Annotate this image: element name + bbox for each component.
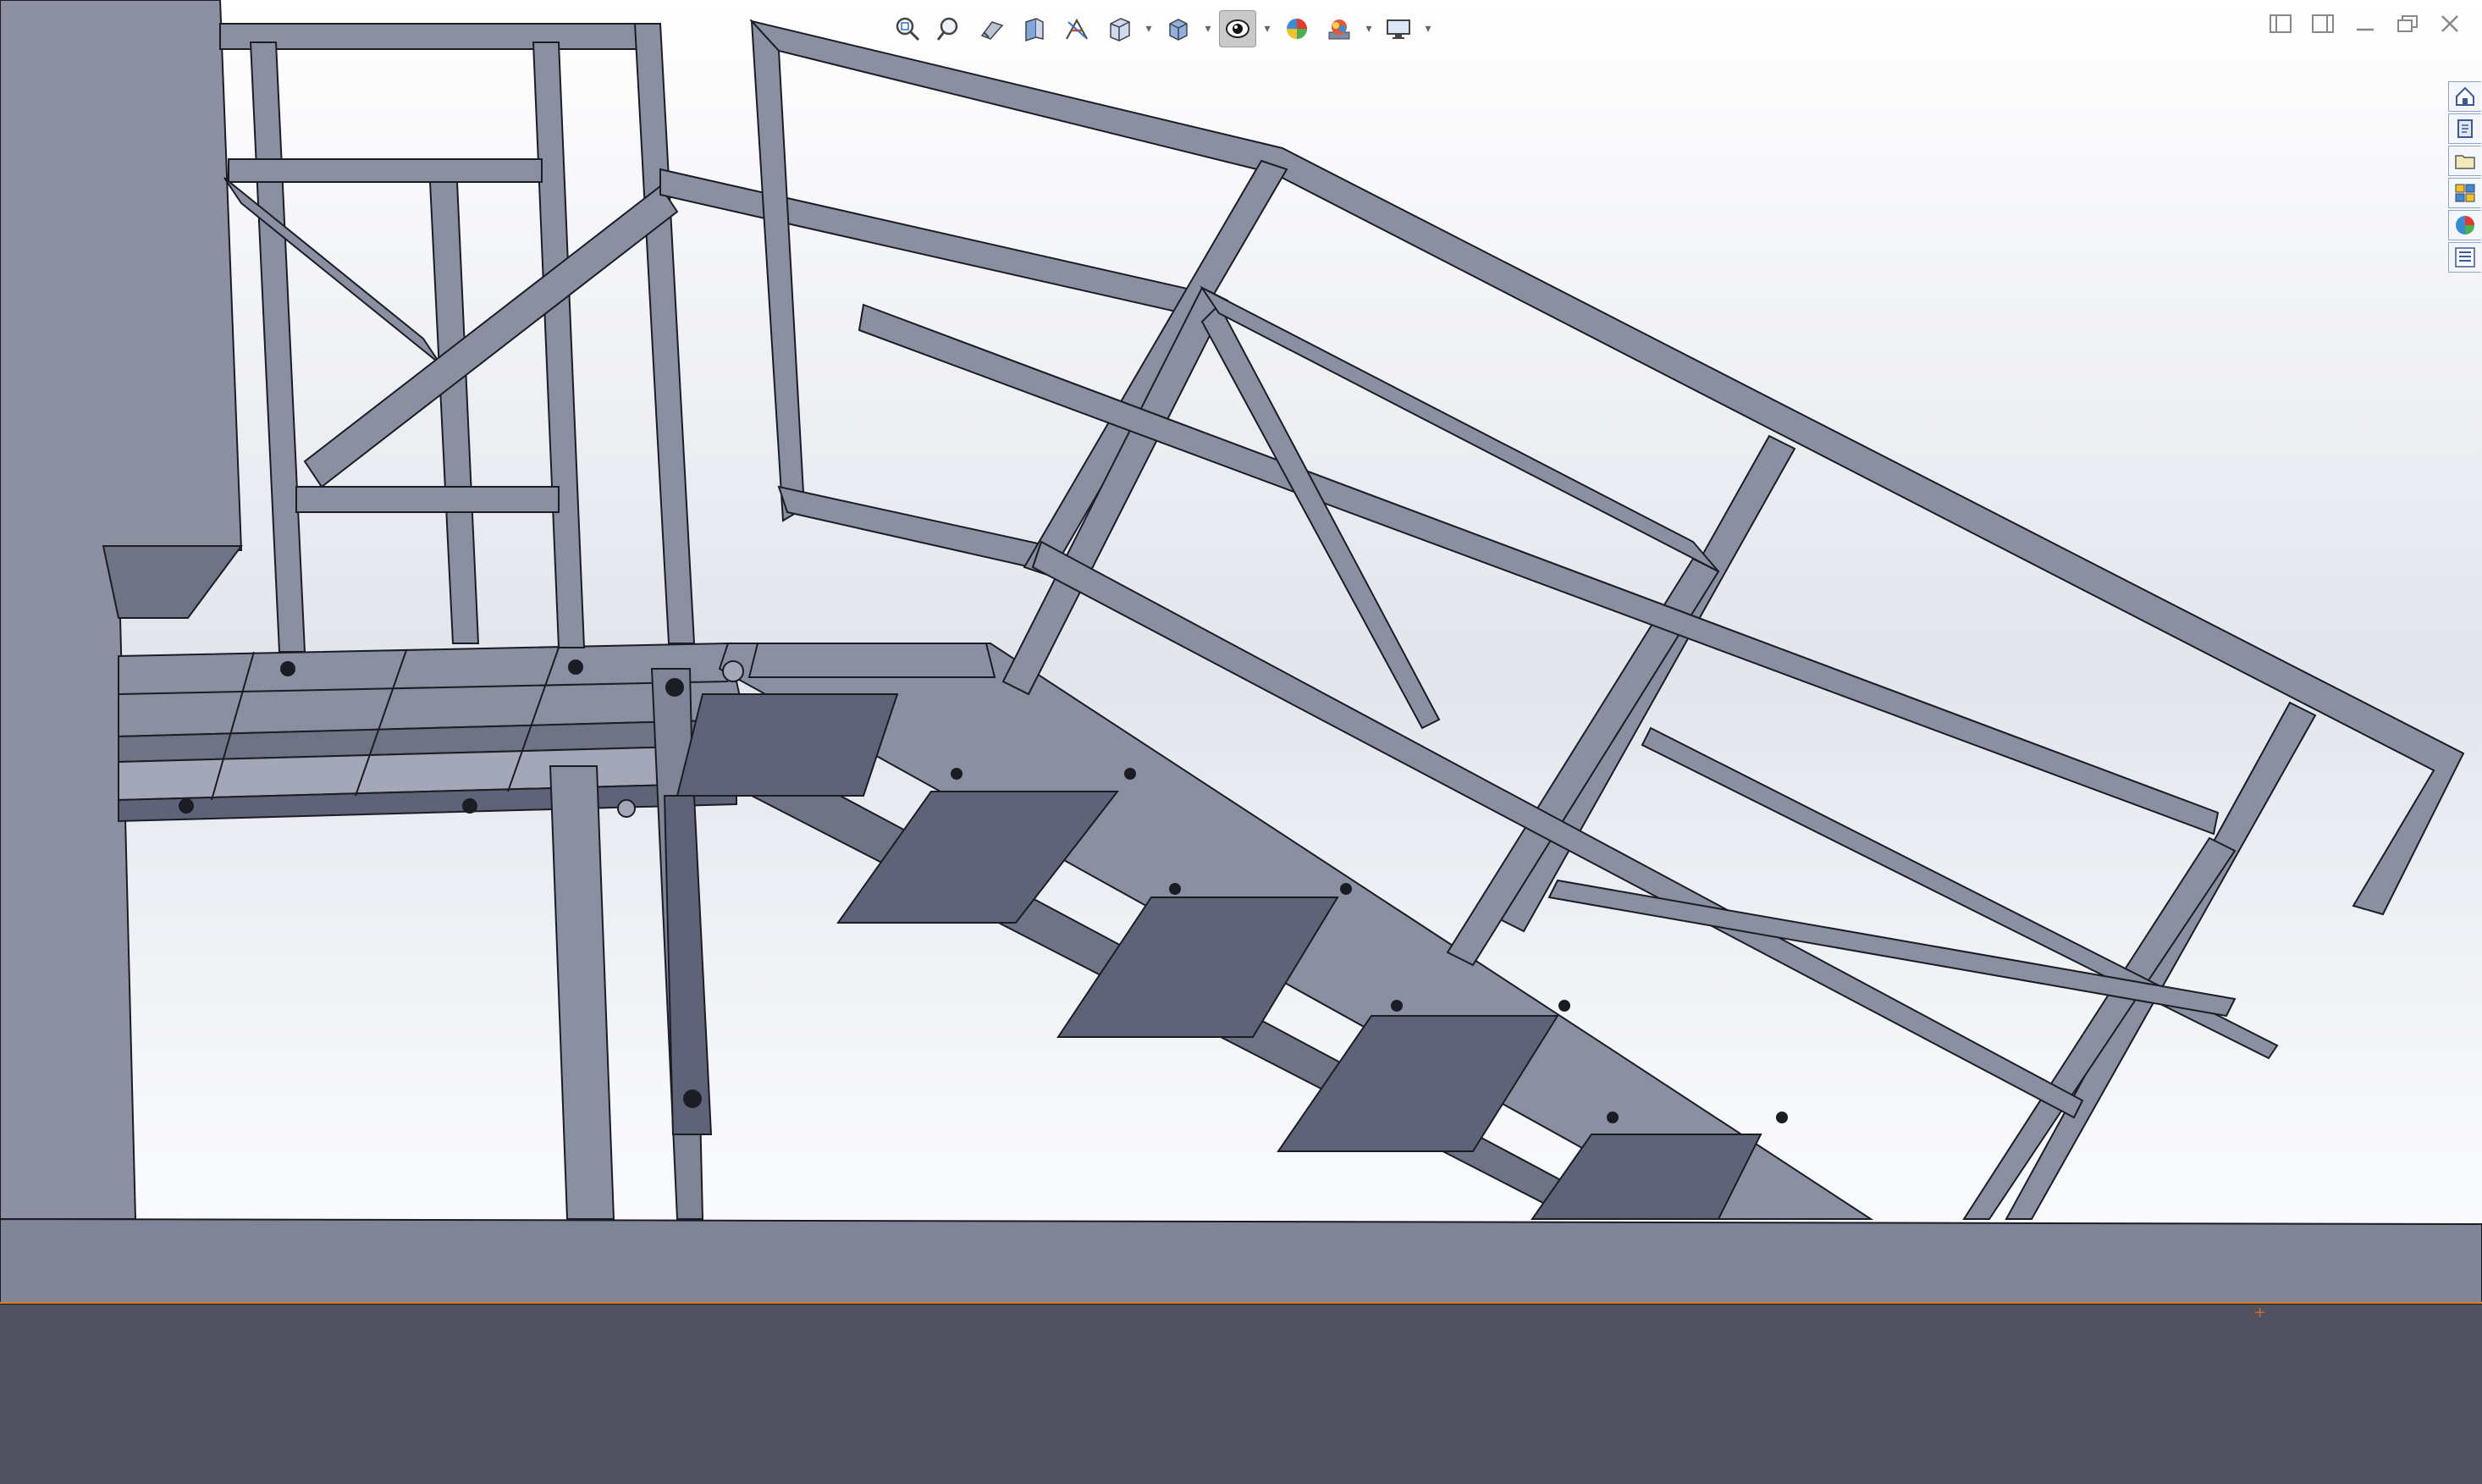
stair-handrail[interactable] xyxy=(749,19,2465,1220)
restore-icon xyxy=(2397,15,2418,32)
zoom-to-fit-button[interactable] xyxy=(889,10,926,47)
wall-return xyxy=(102,545,243,619)
view-orientation-dropdown[interactable]: ▾ xyxy=(1143,10,1155,47)
apply-scene-button[interactable] xyxy=(1321,10,1358,47)
section-view-button[interactable] xyxy=(1016,10,1053,47)
display-style-cube-icon xyxy=(1169,19,1188,41)
heads-up-view-toolbar: ▾ ▾ ▾ ▾ ▾ xyxy=(889,7,1434,51)
task-pane-appearances-tab[interactable] xyxy=(2448,210,2481,240)
task-pane-view-palette-tab[interactable] xyxy=(2448,178,2481,208)
design-library-icon xyxy=(2457,119,2473,138)
file-explorer-icon xyxy=(2455,155,2475,169)
task-pane-tabs xyxy=(2448,81,2482,273)
floor-slab xyxy=(0,1217,2482,1305)
appearances-icon xyxy=(2456,216,2474,234)
home-icon xyxy=(2456,86,2474,106)
view-settings-dropdown[interactable]: ▾ xyxy=(1422,10,1434,47)
scene-icon xyxy=(1328,19,1350,40)
magnifier-fit-icon xyxy=(896,17,920,41)
close-icon xyxy=(2441,15,2458,32)
task-pane-file-explorer-tab[interactable] xyxy=(2448,146,2481,176)
task-pane-custom-properties-tab[interactable] xyxy=(2448,242,2481,273)
minimize-button[interactable] xyxy=(2350,8,2380,39)
previous-view-icon xyxy=(980,21,1004,40)
reference-plane-edge xyxy=(0,1302,2482,1304)
eye-icon xyxy=(1226,19,1249,38)
monitor-icon xyxy=(1387,19,1410,39)
close-button[interactable] xyxy=(2435,8,2465,39)
display-style-dropdown[interactable]: ▾ xyxy=(1202,10,1214,47)
origin-marker: + xyxy=(2253,1304,2267,1321)
hide-show-items-dropdown[interactable]: ▾ xyxy=(1261,10,1273,47)
document-window-controls xyxy=(2265,8,2465,39)
ground-plane xyxy=(0,1304,2482,1484)
task-pane-home-tab[interactable] xyxy=(2448,81,2481,112)
view-orientation-cube-icon xyxy=(1110,18,1130,41)
appearance-ball-icon xyxy=(1287,19,1307,39)
tile-right-icon xyxy=(2312,14,2334,33)
dynamic-annotation-button[interactable] xyxy=(1058,10,1095,47)
tile-left-button[interactable] xyxy=(2265,8,2296,39)
view-palette-icon xyxy=(2455,184,2475,202)
minimize-icon xyxy=(2357,28,2374,31)
previous-view-button[interactable] xyxy=(973,10,1011,47)
annotation-views-icon xyxy=(1066,18,1088,40)
edit-appearance-button[interactable] xyxy=(1278,10,1315,47)
apply-scene-dropdown[interactable]: ▾ xyxy=(1363,10,1375,47)
task-pane-design-library-tab[interactable] xyxy=(2448,113,2481,144)
section-view-icon xyxy=(1025,17,1044,42)
hide-show-items-button[interactable] xyxy=(1219,10,1256,47)
tile-right-button[interactable] xyxy=(2308,8,2338,39)
magnifier-area-icon xyxy=(936,17,958,41)
display-style-button[interactable] xyxy=(1160,10,1197,47)
graphics-area[interactable]: + xyxy=(0,0,2482,1484)
tile-left-icon xyxy=(2270,14,2292,33)
restore-button[interactable] xyxy=(2392,8,2423,39)
view-orientation-button[interactable] xyxy=(1100,10,1138,47)
view-settings-button[interactable] xyxy=(1380,10,1417,47)
custom-properties-icon xyxy=(2455,247,2475,268)
zoom-to-area-button[interactable] xyxy=(931,10,968,47)
staircase-model[interactable] xyxy=(0,0,2482,1484)
landing-deck[interactable] xyxy=(118,642,747,823)
